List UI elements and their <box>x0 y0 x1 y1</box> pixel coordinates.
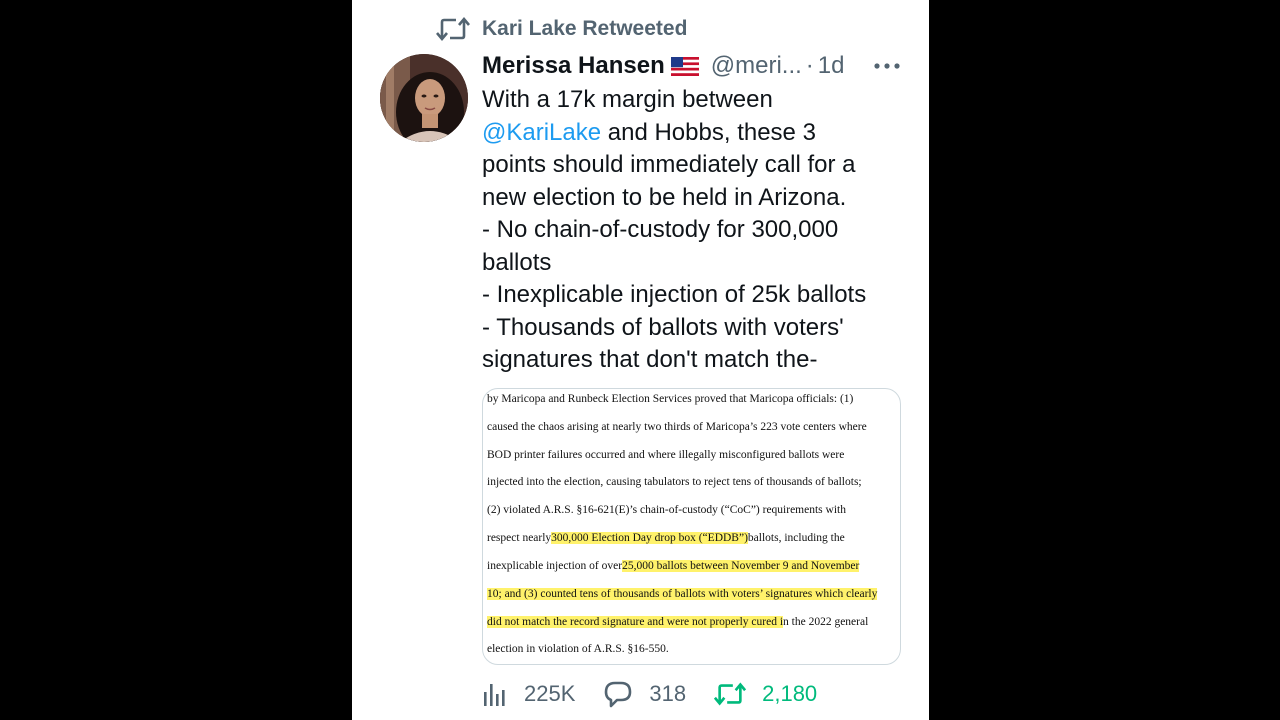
tweet-line: points should immediately call for a <box>482 151 856 178</box>
retweet-icon <box>714 682 747 706</box>
avatar[interactable] <box>380 54 468 142</box>
tweet-line: signatures that don't match the- <box>482 346 818 373</box>
retweet-banner-label: Kari Lake Retweeted <box>482 17 688 40</box>
views-icon <box>484 684 505 706</box>
doc-line: by Maricopa and Runbeck Election Service… <box>487 393 854 405</box>
tweet-actions: 225K 318 2,180 <box>482 674 845 714</box>
tweet-line: - Inexplicable injection of 25k ballots <box>482 281 867 308</box>
tweet-panel: Kari Lake Retweeted Merissa Hansen @meri… <box>352 0 929 720</box>
tweet-line: - No chain-of-custody for 300,000 <box>482 216 839 243</box>
separator-dot: · <box>805 52 814 79</box>
tweet-header: Merissa Hansen @meri... · 1d <box>482 50 922 82</box>
highlighted-text: 10; and (3) counted tens of thousands of… <box>487 588 878 600</box>
tweet-line: @KariLake and Hobbs, these 3 <box>482 118 816 146</box>
retweet-button[interactable]: 2,180 <box>714 681 817 707</box>
views-count: 225K <box>524 681 576 706</box>
tweet-timestamp[interactable]: 1d <box>818 52 845 80</box>
reply-icon <box>605 681 632 708</box>
tweet-line: ballots <box>482 248 552 276</box>
doc-line: caused the chaos arising at nearly two t… <box>487 421 867 433</box>
more-options-icon[interactable] <box>873 60 901 72</box>
reply-button[interactable]: 318 <box>603 680 686 708</box>
author-name[interactable]: Merissa Hansen <box>482 52 665 80</box>
doc-line: BOD printer failures occurred and where … <box>487 449 845 461</box>
highlighted-text: did not match the record signature and w… <box>487 616 784 628</box>
doc-line: inexplicable injection of over 25,000 ba… <box>487 560 860 572</box>
author-handle[interactable]: @meri... <box>711 52 802 80</box>
tweet-line: With a 17k margin between <box>482 86 773 113</box>
doc-line: respect nearly 300,000 Election Day drop… <box>487 532 845 544</box>
tweet-line: new election to be held in Arizona. <box>482 183 847 211</box>
doc-line: election in violation of A.R.S. §16-550. <box>487 643 669 655</box>
document-image[interactable]: by Maricopa and Runbeck Election Service… <box>482 388 901 665</box>
retweet-icon <box>436 16 470 42</box>
tweet-text: With a 17k margin between @KariLake and … <box>482 84 912 377</box>
tweet-line: - Thousands of ballots with voters' <box>482 313 844 341</box>
retweet-banner[interactable]: Kari Lake Retweeted <box>436 14 687 44</box>
avatar-image <box>380 54 468 142</box>
highlighted-text: 25,000 ballots between November 9 and No… <box>622 560 860 572</box>
reply-count: 318 <box>649 681 687 706</box>
mention-link[interactable]: @KariLake <box>482 119 601 146</box>
doc-line: (2) violated A.R.S. §16-621(E)’s chain-o… <box>487 504 846 516</box>
us-flag-icon <box>670 56 699 76</box>
doc-line: injected into the election, causing tabu… <box>487 476 862 488</box>
views-button[interactable]: 225K <box>482 681 575 707</box>
doc-line: 10; and (3) counted tens of thousands of… <box>487 588 892 600</box>
retweet-count: 2,180 <box>762 681 818 706</box>
highlighted-text: 300,000 Election Day drop box (“EDDB”) <box>551 532 748 544</box>
doc-line: did not match the record signature and w… <box>487 616 869 628</box>
